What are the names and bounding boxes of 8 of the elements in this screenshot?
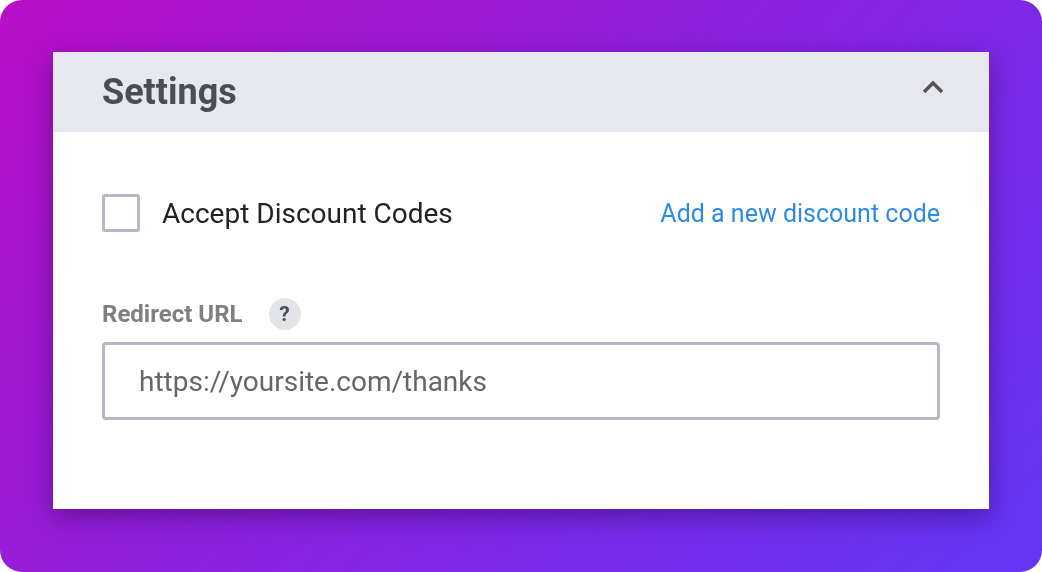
url-input-field[interactable]: https://yoursite.com/thanks bbox=[102, 342, 940, 420]
checkbox-label: Accept Discount Codes bbox=[162, 196, 453, 230]
field-label: Redirect URL bbox=[102, 300, 243, 328]
collapse-chevron-icon[interactable] bbox=[921, 79, 945, 95]
add-discount-link[interactable]: Add a new discount code bbox=[660, 198, 940, 228]
help-badge[interactable]: ? bbox=[268, 298, 301, 330]
checkbox[interactable] bbox=[102, 194, 140, 232]
panel-title: Settings bbox=[102, 71, 237, 113]
